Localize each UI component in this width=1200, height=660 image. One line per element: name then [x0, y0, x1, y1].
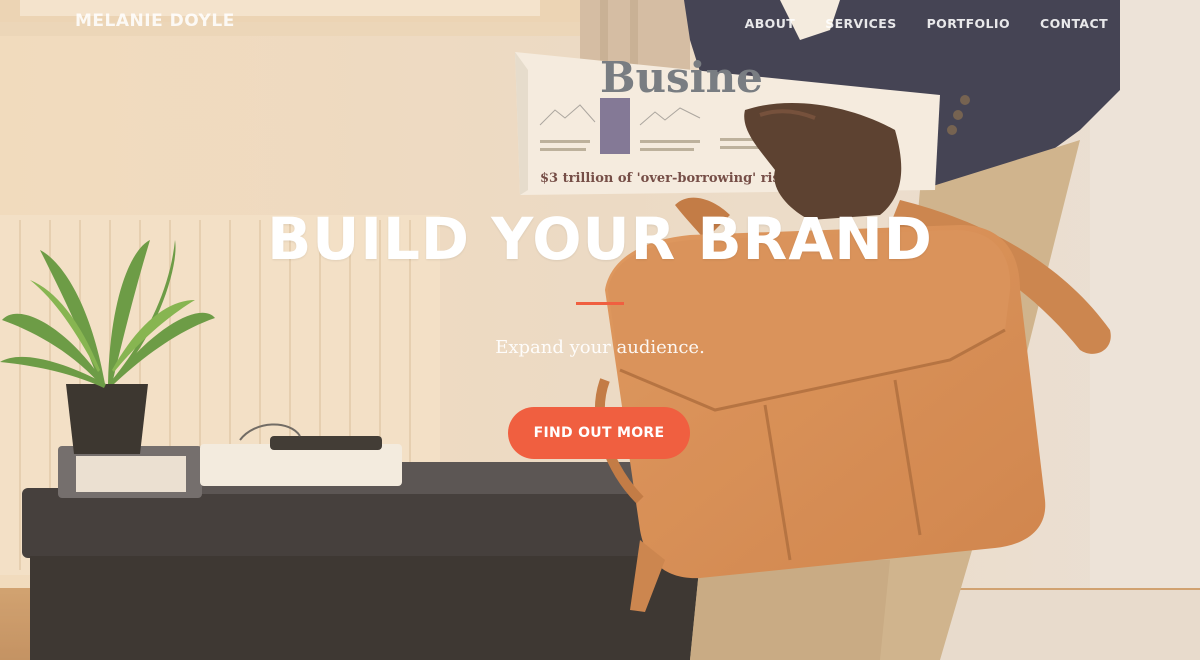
- nav-link-portfolio[interactable]: PORTFOLIO: [927, 16, 1010, 31]
- nav-item-contact: CONTACT: [1040, 15, 1108, 33]
- hero-content: BUILD YOUR BRAND Expand your audience. F…: [0, 0, 1200, 660]
- nav-item-services: SERVICES: [825, 15, 896, 33]
- nav-item-portfolio: PORTFOLIO: [927, 15, 1010, 33]
- navbar: MELANIE DOYLE ABOUT SERVICES PORTFOLIO C…: [0, 0, 1200, 46]
- nav-item-about: ABOUT: [745, 15, 796, 33]
- hero-subtitle: Expand your audience.: [495, 337, 705, 358]
- brand-logo-link[interactable]: MELANIE DOYLE: [75, 11, 235, 31]
- title-divider: [576, 302, 624, 305]
- nav-link-about[interactable]: ABOUT: [745, 16, 796, 31]
- nav-link-services[interactable]: SERVICES: [825, 16, 896, 31]
- nav-link-contact[interactable]: CONTACT: [1040, 16, 1108, 31]
- hero-title: BUILD YOUR BRAND: [267, 205, 933, 273]
- find-out-more-button[interactable]: FIND OUT MORE: [508, 407, 690, 459]
- nav-links: ABOUT SERVICES PORTFOLIO CONTACT: [745, 15, 1108, 33]
